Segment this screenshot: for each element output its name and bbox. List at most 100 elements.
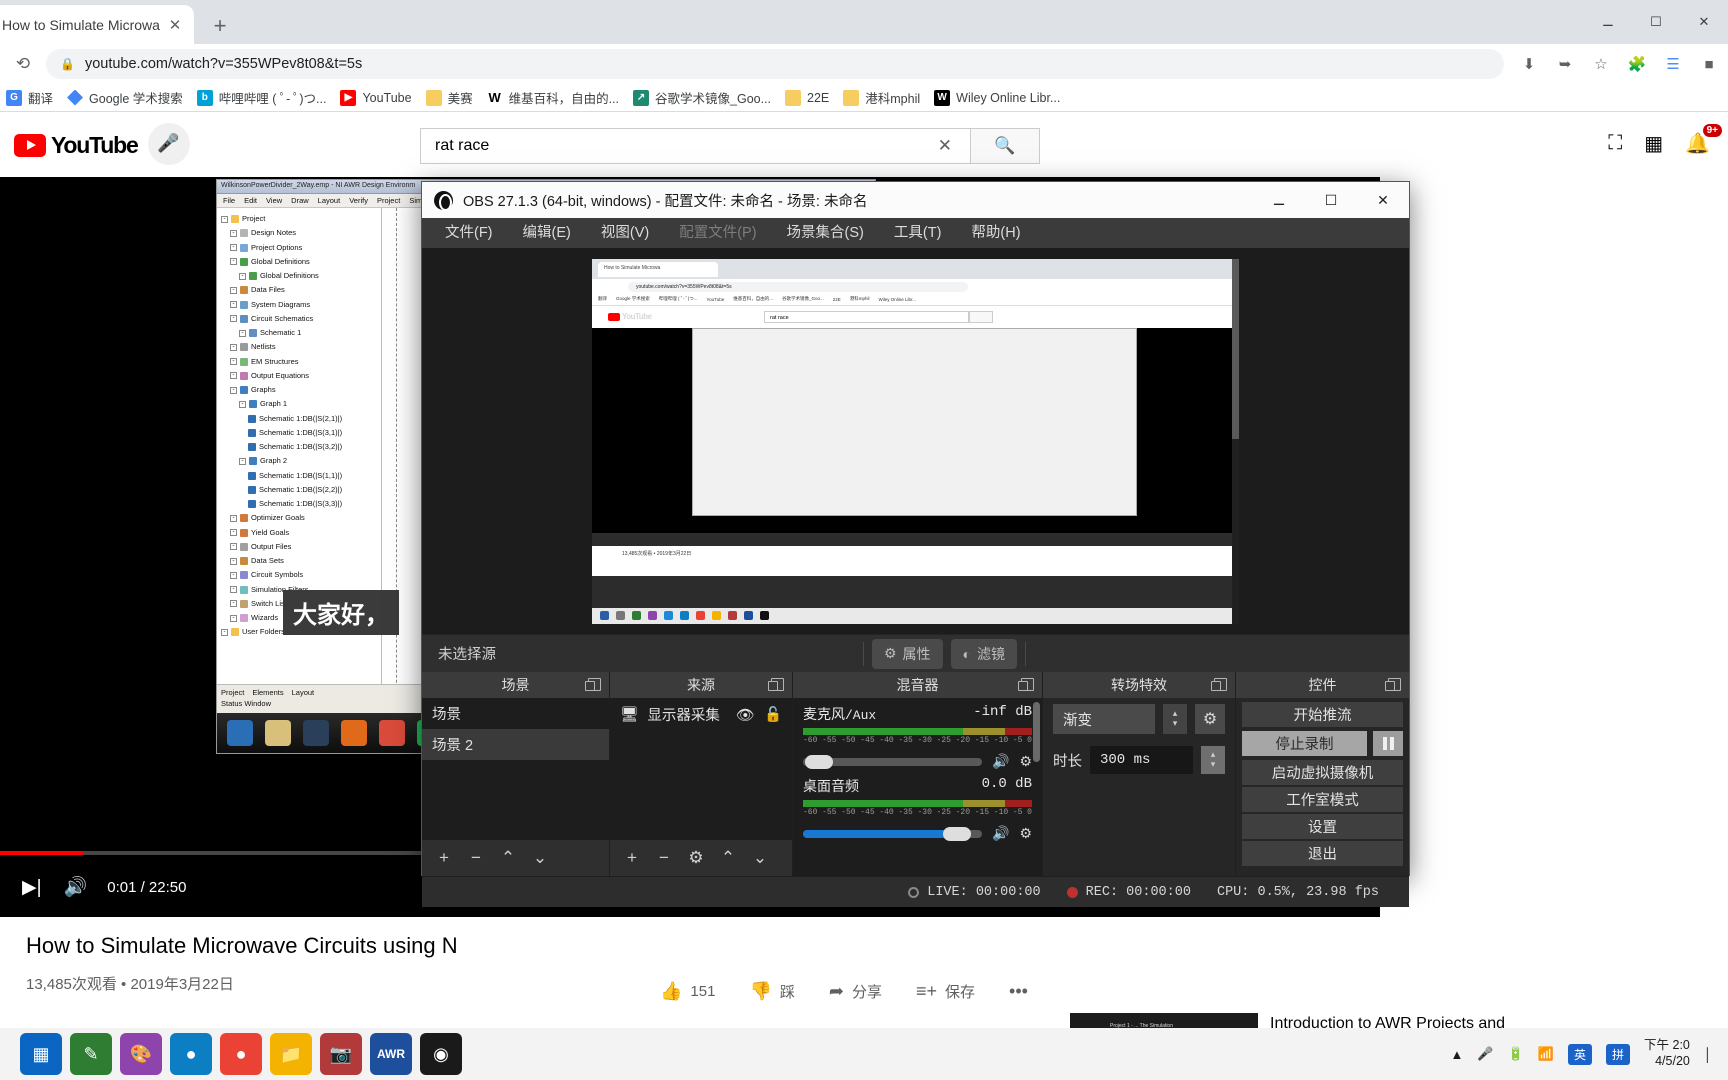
microphone-icon[interactable]: 🎤 <box>1477 1046 1493 1062</box>
tree-expander-icon[interactable]: - <box>230 286 237 294</box>
obs-window[interactable]: OBS 27.1.3 (64-bit, windows) - 配置文件: 未命名… <box>421 181 1410 907</box>
like-button[interactable]: 👍 151 <box>660 981 715 1002</box>
popout-icon[interactable] <box>1385 678 1401 691</box>
volume-icon[interactable]: 🔊 <box>64 875 88 899</box>
studio-mode-button[interactable]: 工作室模式 <box>1242 787 1403 812</box>
bookmark-item[interactable]: 美赛 <box>425 88 473 107</box>
filters-button[interactable]: ◐ 滤镜 <box>950 638 1018 669</box>
awr-tree-node[interactable]: - Netlists <box>219 340 379 354</box>
remove-icon[interactable]: − <box>462 844 490 872</box>
edge-icon[interactable]: ● <box>170 1033 212 1075</box>
mixer-track[interactable]: 桌面音频 0.0 dB -60 -55 -50 -45 -40 -35 -30 -25 -20-… <box>793 770 1042 842</box>
awr-tab-project[interactable]: Project <box>221 688 244 697</box>
address-bar[interactable]: 🔒 youtube.com/watch?v=355WPev8t08&t=5s <box>46 49 1504 79</box>
photos-icon[interactable]: 📷 <box>320 1033 362 1075</box>
sources-list[interactable]: 🖥 显示器采集 👁 🔓 <box>610 698 792 840</box>
show-desktop-icon[interactable]: │ <box>1704 1047 1712 1062</box>
clear-icon[interactable]: ✕ <box>930 136 960 156</box>
awr-tree-node[interactable]: - Schematic 1 <box>219 326 379 340</box>
tree-expander-icon[interactable]: - <box>230 386 237 394</box>
obs-menu-tools[interactable]: 工具(T) <box>879 218 957 248</box>
awr-tree-node[interactable]: Schematic 1:DB(|S(3,2)|) <box>219 440 379 454</box>
list-item[interactable]: 🖥 显示器采集 👁 🔓 <box>610 698 792 731</box>
bookmark-item[interactable]: 港科mphil <box>843 88 920 107</box>
maximize-icon[interactable]: ☐ <box>1305 182 1357 218</box>
tree-expander-icon[interactable]: - <box>230 315 237 323</box>
volume-slider[interactable] <box>803 754 982 769</box>
browser-tab[interactable]: How to Simulate Microwa ✕ <box>0 5 194 44</box>
tree-expander-icon[interactable]: - <box>230 244 237 252</box>
list-item[interactable]: 场景 2 <box>422 729 609 760</box>
scenes-list[interactable]: 场景 场景 2 <box>422 698 609 840</box>
awr-tree-node[interactable]: - Global Definitions <box>219 269 379 283</box>
tree-expander-icon[interactable]: - <box>230 229 237 237</box>
bookmark-item[interactable]: W Wiley Online Libr... <box>934 89 1060 106</box>
obs-menu-help[interactable]: 帮助(H) <box>956 218 1035 248</box>
youtube-logo[interactable]: YouTube <box>14 132 139 159</box>
awr-tree-node[interactable]: - System Diagrams <box>219 298 379 312</box>
mixer-track[interactable]: 麦克风/Aux -inf dB -60 -55 -50 -45 -40 -35 -30 -25… <box>793 698 1042 770</box>
awr-tree-node[interactable]: - Graph 1 <box>219 397 379 411</box>
minimize-icon[interactable]: ⚊ <box>1253 182 1305 218</box>
remove-icon[interactable]: − <box>650 844 678 872</box>
bookmark-item[interactable]: ↗ 谷歌学术镜像_Goo... <box>633 88 771 107</box>
awr-tree-node[interactable]: - Output Files <box>219 540 379 554</box>
close-icon[interactable]: ✕ <box>164 14 186 36</box>
search-input[interactable]: rat race ✕ <box>420 128 970 164</box>
firefox-icon[interactable] <box>341 720 367 746</box>
minimize-icon[interactable]: ⚊ <box>1584 0 1632 44</box>
awr-tree-node[interactable]: - Graph 2 <box>219 454 379 468</box>
move-down-icon[interactable]: ⌄ <box>526 844 554 872</box>
popout-icon[interactable] <box>585 678 601 691</box>
awr-menu-view[interactable]: View <box>266 196 282 205</box>
awr-tree-node[interactable]: Schematic 1:DB(|S(3,1)|) <box>219 426 379 440</box>
awr-tree-node[interactable]: - Data Sets <box>219 554 379 568</box>
awr-menu-layout[interactable]: Layout <box>318 196 341 205</box>
start-virtual-camera-button[interactable]: 启动虚拟摄像机 <box>1242 760 1403 785</box>
bookmark-item[interactable]: Google 学术搜索 <box>67 88 183 107</box>
tree-expander-icon[interactable]: - <box>221 628 228 636</box>
tree-expander-icon[interactable]: - <box>239 457 246 465</box>
properties-button[interactable]: ⚙ 属性 <box>871 638 943 669</box>
chrome-icon[interactable]: ● <box>220 1033 262 1075</box>
awr-tree-node[interactable]: - Project <box>219 212 379 226</box>
awr-tree-node[interactable]: - Circuit Schematics <box>219 312 379 326</box>
duration-spinner-icon[interactable]: ▴ ▾ <box>1201 746 1225 774</box>
tree-expander-icon[interactable]: - <box>230 258 237 266</box>
download-icon[interactable]: ⬇ <box>1512 47 1546 81</box>
mixer-scrollbar[interactable] <box>1033 702 1040 762</box>
transition-select[interactable]: 渐变 <box>1053 704 1155 734</box>
mixer-tracks[interactable]: 麦克风/Aux -inf dB -60 -55 -50 -45 -40 -35 -30 -25… <box>793 698 1042 876</box>
exit-button[interactable]: 退出 <box>1242 841 1403 866</box>
awr-tree-node[interactable]: Schematic 1:DB(|S(2,1)|) <box>219 412 379 426</box>
pause-icon[interactable] <box>1373 731 1403 756</box>
awr-tree-node[interactable]: - Project Options <box>219 241 379 255</box>
popout-icon[interactable] <box>768 678 784 691</box>
awr-tree-node[interactable]: - Graphs <box>219 383 379 397</box>
awr-tree-node[interactable]: Schematic 1:DB(|S(1,1)|) <box>219 469 379 483</box>
volume-icon[interactable]: 🔊 <box>992 825 1009 842</box>
bookmark-item[interactable]: ▶ YouTube <box>340 89 412 106</box>
more-button[interactable]: ••• <box>1009 981 1036 1002</box>
gear-icon[interactable]: ⚙ <box>1019 753 1032 770</box>
gear-icon[interactable]: ⚙ <box>682 844 710 872</box>
microphone-icon[interactable]: 🎤 <box>147 122 190 165</box>
popout-icon[interactable] <box>1211 678 1227 691</box>
tree-expander-icon[interactable]: - <box>230 571 237 579</box>
awr-menu-file[interactable]: File <box>223 196 235 205</box>
apps-grid-icon[interactable]: ▦ <box>1644 131 1663 156</box>
notes-icon[interactable]: ✎ <box>70 1033 112 1075</box>
close-icon[interactable]: ✕ <box>1680 0 1728 44</box>
obs-menu-view[interactable]: 视图(V) <box>586 218 664 248</box>
star-icon[interactable]: ☆ <box>1584 47 1618 81</box>
add-icon[interactable]: + <box>618 844 646 872</box>
gear-icon[interactable]: ⚙ <box>1195 704 1225 734</box>
obs-preview-area[interactable]: How to Simulate Microwa youtube.com/watc… <box>422 248 1409 634</box>
move-down-icon[interactable]: ⌄ <box>746 844 774 872</box>
awr-tree-node[interactable]: - Global Definitions <box>219 255 379 269</box>
gear-icon[interactable]: ⚙ <box>1019 825 1032 842</box>
awr-tree-node[interactable]: - Optimizer Goals <box>219 511 379 525</box>
move-up-icon[interactable]: ⌃ <box>494 844 522 872</box>
awr-tree-node[interactable]: - Design Notes <box>219 226 379 240</box>
dislike-button[interactable]: 👎 踩 <box>749 981 794 1002</box>
